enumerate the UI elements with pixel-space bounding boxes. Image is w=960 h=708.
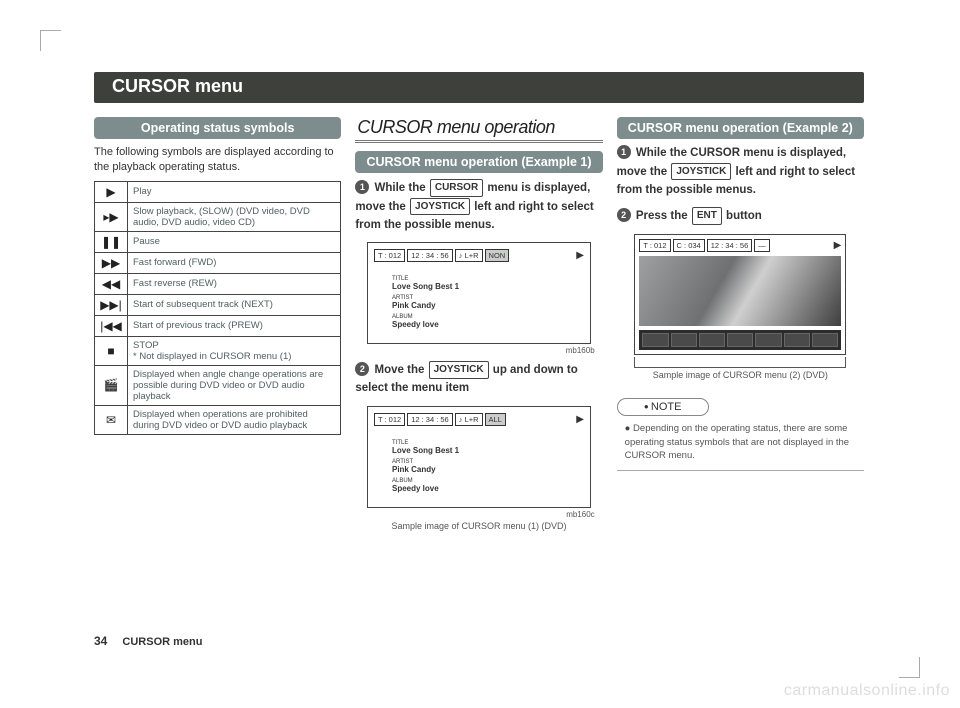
- channel-box: ♪ L+R: [455, 249, 483, 262]
- play-indicator-icon: ▶: [576, 250, 584, 261]
- column-2: CURSOR menu operation CURSOR menu operat…: [355, 117, 602, 531]
- step-number-1: 1: [617, 145, 631, 159]
- track-name: Pink Candy: [392, 301, 436, 310]
- step-text: Move the: [375, 364, 428, 376]
- row-text: STOP * Not displayed in CURSOR menu (1): [128, 336, 341, 365]
- screen2-caption: Sample image of CURSOR menu (1) (DVD): [355, 521, 602, 531]
- note-heading: NOTE: [617, 398, 709, 416]
- transport-button: [727, 333, 753, 347]
- mode-box: ALL: [485, 413, 506, 426]
- play-indicator-icon: ▶: [576, 414, 584, 425]
- transport-button: [671, 333, 697, 347]
- transport-button: [812, 333, 838, 347]
- example2-title: CURSOR menu operation (Example 2): [617, 117, 864, 139]
- row-text: Start of previous track (PREW): [128, 315, 341, 336]
- page-title: CURSOR menu: [94, 72, 864, 103]
- screen2-code: mb160c: [355, 510, 594, 519]
- cursor-keycap: CURSOR: [430, 179, 483, 197]
- row-text: Pause: [128, 231, 341, 252]
- row-text: Start of subsequent track (NEXT): [128, 294, 341, 315]
- slow-play-icon: ▸▶: [95, 202, 128, 231]
- t-box: T : 012: [374, 413, 405, 426]
- example1-title: CURSOR menu operation (Example 1): [355, 151, 602, 173]
- callout-bracket: [634, 357, 846, 368]
- row-text: Play: [128, 181, 341, 202]
- time-box: 12 : 34 : 56: [407, 249, 453, 262]
- section-title-symbols: Operating status symbols: [94, 117, 341, 139]
- track-name: Love Song Best 1: [392, 446, 459, 455]
- column-1: Operating status symbols The following s…: [94, 117, 341, 531]
- row-text: Displayed when angle change operations a…: [128, 365, 341, 405]
- next-icon: ▶▶|: [95, 294, 128, 315]
- step-number-1: 1: [355, 180, 369, 194]
- step-2-ex2: 2 Press the ENT button: [617, 207, 864, 226]
- transport-button: [699, 333, 725, 347]
- page-number: 34: [94, 634, 107, 648]
- video-thumbnail: [639, 256, 841, 326]
- crop-mark-tl: [40, 30, 61, 51]
- c-box: C : 034: [673, 239, 705, 252]
- joystick-keycap: JOYSTICK: [429, 361, 489, 379]
- page-content: CURSOR menu Operating status symbols The…: [94, 72, 864, 531]
- cursor-menu-operation-title: CURSOR menu operation: [355, 117, 602, 143]
- row-text: Fast forward (FWD): [128, 252, 341, 273]
- columns: Operating status symbols The following s…: [94, 117, 864, 531]
- step-1: 1 While the CURSOR menu is displayed, mo…: [355, 179, 602, 234]
- mode-box: NON: [485, 249, 510, 262]
- crop-mark-br: [899, 657, 920, 678]
- joystick-keycap: JOYSTICK: [671, 163, 731, 181]
- joystick-keycap: JOYSTICK: [410, 198, 470, 216]
- step-number-2: 2: [617, 208, 631, 222]
- step-1-ex2: 1 While the CURSOR menu is displayed, mo…: [617, 145, 864, 199]
- t-box: T : 012: [374, 249, 405, 262]
- transport-button: [642, 333, 668, 347]
- sample-video-screen: T : 012 C : 034 12 : 34 : 56 — ▶: [634, 234, 846, 355]
- intro-text: The following symbols are displayed acco…: [94, 145, 341, 175]
- video-caption: Sample image of CURSOR menu (2) (DVD): [617, 370, 864, 380]
- row-text: Slow playback, (SLOW) (DVD video, DVD au…: [128, 202, 341, 231]
- step-2: 2 Move the JOYSTICK up and down to selec…: [355, 361, 602, 398]
- ffwd-icon: ▶▶: [95, 252, 128, 273]
- row-text: Displayed when operations are prohibited…: [128, 405, 341, 434]
- play-indicator-icon: ▶: [834, 240, 842, 251]
- pause-icon: ❚❚: [95, 231, 128, 252]
- t-box: T : 012: [639, 239, 670, 252]
- prev-icon: |◀◀: [95, 315, 128, 336]
- step-text: While the: [375, 182, 429, 194]
- symbols-table: ▶Play ▸▶Slow playback, (SLOW) (DVD video…: [94, 181, 341, 435]
- step-text: button: [723, 210, 762, 222]
- rew-icon: ◀◀: [95, 273, 128, 294]
- channel-box: ♪ L+R: [455, 413, 483, 426]
- time-box: 12 : 34 : 56: [707, 239, 753, 252]
- row-text: Fast reverse (REW): [128, 273, 341, 294]
- track-name: Speedy love: [392, 320, 439, 329]
- watermark: carmanualsonline.info: [784, 682, 950, 700]
- step-number-2: 2: [355, 362, 369, 376]
- prohibit-icon: ✉: [95, 405, 128, 434]
- play-icon: ▶: [95, 181, 128, 202]
- stop-icon: ■: [95, 336, 128, 365]
- screen1-code: mb160b: [355, 346, 594, 355]
- track-name: Love Song Best 1: [392, 282, 459, 291]
- dash-box: —: [754, 239, 770, 252]
- transport-button: [755, 333, 781, 347]
- ent-keycap: ENT: [692, 207, 722, 225]
- sample-screen-1: T : 012 12 : 34 : 56 ♪ L+R NON ▶ TITLELo…: [367, 242, 591, 344]
- track-name: Speedy love: [392, 484, 439, 493]
- page-footer: 34 CURSOR menu: [94, 634, 202, 648]
- step-text: Press the: [636, 210, 691, 222]
- camera-icon: 🎬: [95, 365, 128, 405]
- time-box: 12 : 34 : 56: [407, 413, 453, 426]
- transport-bar: [639, 330, 841, 350]
- note-body: Depending on the operating status, there…: [617, 416, 864, 471]
- transport-button: [784, 333, 810, 347]
- footer-section: CURSOR menu: [122, 636, 202, 648]
- sample-screen-2: T : 012 12 : 34 : 56 ♪ L+R ALL ▶ TITLELo…: [367, 406, 591, 508]
- column-3: CURSOR menu operation (Example 2) 1 Whil…: [617, 117, 864, 531]
- track-name: Pink Candy: [392, 465, 436, 474]
